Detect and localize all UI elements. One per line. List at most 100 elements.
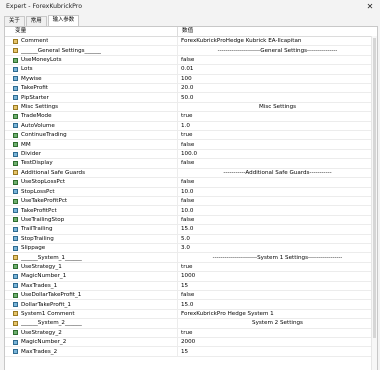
vertical-scrollbar[interactable] bbox=[371, 36, 377, 370]
column-header-variable[interactable]: 变量 bbox=[5, 27, 178, 36]
table-row[interactable]: MagicNumber_1 1000 bbox=[5, 272, 377, 282]
table-row[interactable]: System1 Comment ForexKubrickPro Hedge Sys… bbox=[5, 309, 377, 320]
parameter-name: MaxTrades_2 bbox=[21, 348, 58, 355]
parameter-name: AutoVolume bbox=[21, 122, 55, 129]
table-row[interactable]: TestDisplay false bbox=[5, 159, 377, 169]
parameter-value[interactable]: System 2 Settings bbox=[178, 319, 377, 327]
table-row[interactable]: UseStrategy_1 true bbox=[5, 262, 377, 273]
tab-about[interactable]: 关于 bbox=[4, 16, 25, 26]
parameter-value[interactable]: 5.0 bbox=[178, 235, 377, 243]
parameter-value[interactable]: false bbox=[178, 140, 377, 148]
number-icon bbox=[13, 245, 18, 251]
parameter-value[interactable]: true bbox=[178, 112, 377, 120]
close-icon[interactable]: ✕ bbox=[363, 1, 377, 12]
parameter-value[interactable]: true bbox=[178, 329, 377, 337]
table-row[interactable]: ______System_1______ --------------------… bbox=[5, 253, 377, 263]
parameter-value[interactable]: 3.0 bbox=[178, 244, 377, 252]
table-row[interactable]: AutoVolume 1.0 bbox=[5, 121, 377, 132]
table-row[interactable]: Misc Settings Misc Settings bbox=[5, 102, 377, 113]
table-row[interactable]: UseStrategy_2 true bbox=[5, 328, 377, 338]
parameter-value[interactable]: true bbox=[178, 263, 377, 271]
table-row[interactable]: ______System_2______ System 2 Settings bbox=[5, 319, 377, 329]
parameter-value[interactable]: false bbox=[178, 197, 377, 205]
tab-inputs[interactable]: 输入参数 bbox=[47, 15, 80, 26]
number-icon bbox=[13, 66, 18, 72]
table-row[interactable]: Slippage 3.0 bbox=[5, 243, 377, 254]
parameter-value[interactable]: ----------------------System 1 Settings-… bbox=[178, 253, 377, 261]
parameter-value[interactable]: 10.0 bbox=[178, 206, 377, 214]
number-icon bbox=[13, 208, 18, 214]
parameter-value[interactable]: 15.0 bbox=[178, 300, 377, 308]
parameter-value[interactable]: true bbox=[178, 131, 377, 139]
parameter-name: Comment bbox=[21, 38, 49, 45]
column-header-value[interactable]: 数值 bbox=[178, 27, 193, 36]
table-row[interactable]: TradeMode true bbox=[5, 112, 377, 122]
parameter-value[interactable]: false bbox=[178, 178, 377, 186]
table-row[interactable]: UseTrailingStop false bbox=[5, 215, 377, 226]
parameter-name: UseStrategy_2 bbox=[21, 329, 62, 336]
parameter-value[interactable]: 100 bbox=[178, 75, 377, 83]
number-icon bbox=[13, 349, 18, 355]
table-row[interactable]: UseDollarTakeProfit_1 false bbox=[5, 290, 377, 301]
table-row[interactable]: TakeProfit 20.0 bbox=[5, 84, 377, 94]
parameter-value[interactable]: false bbox=[178, 159, 377, 167]
parameter-value[interactable]: false bbox=[178, 291, 377, 299]
parameter-value[interactable]: ---------------------General Settings---… bbox=[178, 46, 377, 54]
parameter-name-cell: TakeProfitPct bbox=[5, 206, 178, 215]
table-row[interactable]: UseTakeProfitPct false bbox=[5, 196, 377, 207]
parameter-value[interactable]: -----------Additional Safe Guards-------… bbox=[178, 169, 377, 177]
table-row[interactable]: ContinueTrading true bbox=[5, 131, 377, 141]
table-row[interactable]: ______General Settings______ ------------… bbox=[5, 46, 377, 56]
table-row[interactable]: Additional Safe Guards -----------Additio… bbox=[5, 168, 377, 179]
table-row[interactable]: UseMoneyLots false bbox=[5, 55, 377, 66]
parameter-value[interactable]: 15 bbox=[178, 282, 377, 290]
table-row[interactable]: MM false bbox=[5, 140, 377, 150]
boolean-icon bbox=[13, 198, 18, 204]
parameter-name-cell: ______System_1______ bbox=[5, 253, 178, 262]
parameter-value[interactable]: ForexKubrickProHedge Kubrick EA-Ilcapita… bbox=[178, 37, 377, 45]
string-icon bbox=[13, 48, 18, 54]
table-row[interactable]: MagicNumber_2 2000 bbox=[5, 338, 377, 348]
table-row[interactable]: Divider 100.0 bbox=[5, 149, 377, 160]
parameter-value[interactable]: false bbox=[178, 56, 377, 64]
table-row[interactable]: Lots 0.01 bbox=[5, 65, 377, 75]
parameter-value[interactable]: 2000 bbox=[178, 338, 377, 346]
parameter-value[interactable]: 20.0 bbox=[178, 84, 377, 92]
parameter-name-cell: MM bbox=[5, 140, 178, 149]
parameter-value[interactable]: ForexKubrickPro Hedge System 1 bbox=[178, 310, 377, 318]
parameter-value[interactable]: 10.0 bbox=[178, 188, 377, 196]
number-icon bbox=[13, 302, 18, 308]
number-icon bbox=[13, 283, 18, 289]
table-row[interactable]: TrailTrailing 15.0 bbox=[5, 225, 377, 235]
number-icon bbox=[13, 226, 18, 232]
parameter-name-cell: Lots bbox=[5, 65, 178, 74]
boolean-icon bbox=[13, 179, 18, 185]
table-row[interactable]: StopTrailing 5.0 bbox=[5, 234, 377, 244]
table-row[interactable]: StopLossPct 10.0 bbox=[5, 187, 377, 197]
table-row[interactable]: Comment ForexKubrickProHedge Kubrick EA-I… bbox=[5, 37, 377, 47]
parameter-name: DollarTakeProfit_1 bbox=[21, 301, 71, 308]
table-row[interactable]: DollarTakeProfit_1 15.0 bbox=[5, 300, 377, 310]
parameter-value[interactable]: 50.0 bbox=[178, 93, 377, 101]
table-row[interactable]: MaxTrades_2 15 bbox=[5, 347, 377, 357]
boolean-icon bbox=[13, 264, 18, 270]
parameter-name-cell: UseStrategy_1 bbox=[5, 262, 178, 272]
tab-common[interactable]: 常用 bbox=[25, 16, 47, 26]
parameter-value[interactable]: 0.01 bbox=[178, 65, 377, 73]
parameter-value[interactable]: Misc Settings bbox=[178, 103, 377, 111]
string-icon bbox=[13, 255, 18, 261]
parameter-name-cell: Misc Settings bbox=[5, 102, 178, 112]
table-row[interactable]: UseStopLossPct false bbox=[5, 178, 377, 188]
table-row[interactable]: TakeProfitPct 10.0 bbox=[5, 206, 377, 216]
parameter-value[interactable]: 15.0 bbox=[178, 225, 377, 233]
scrollbar-thumb[interactable] bbox=[373, 38, 376, 338]
number-icon bbox=[13, 95, 18, 101]
table-row[interactable]: PipStarter 50.0 bbox=[5, 93, 377, 103]
parameter-value[interactable]: 1000 bbox=[178, 272, 377, 280]
table-row[interactable]: MaxTrades_1 15 bbox=[5, 281, 377, 291]
parameter-value[interactable]: 100.0 bbox=[178, 150, 377, 158]
parameter-value[interactable]: 1.0 bbox=[178, 122, 377, 130]
parameter-value[interactable]: false bbox=[178, 216, 377, 224]
parameter-value[interactable]: 15 bbox=[178, 347, 377, 355]
table-row[interactable]: Mywise 100 bbox=[5, 74, 377, 85]
